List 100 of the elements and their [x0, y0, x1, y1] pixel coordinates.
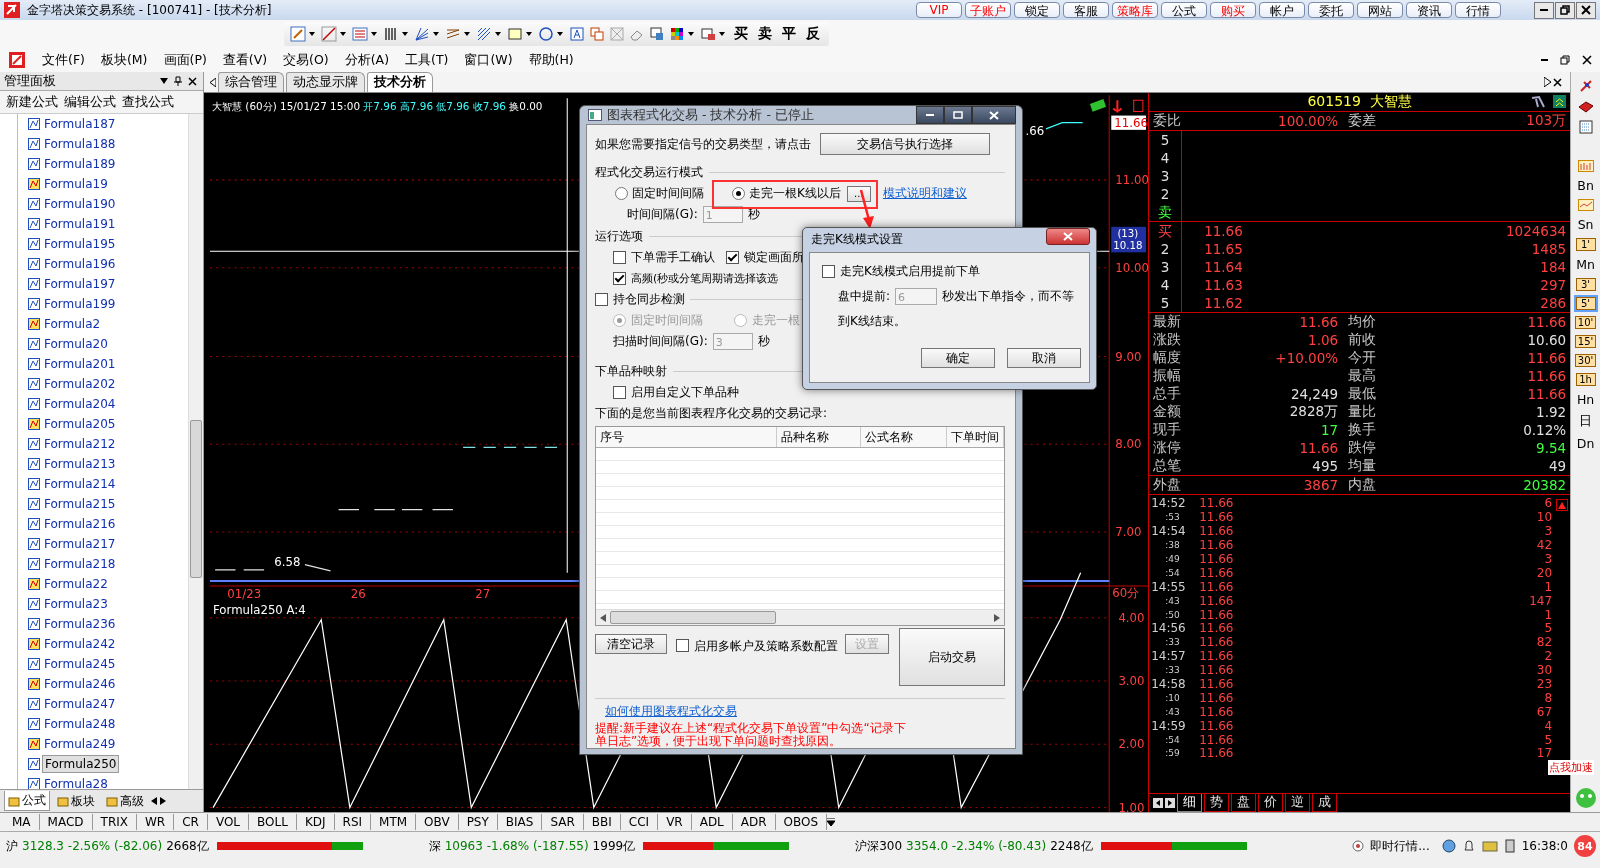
text-box-icon[interactable] [569, 26, 585, 42]
close-button[interactable] [1576, 1, 1596, 19]
formula-item[interactable]: Formula201 [42, 356, 118, 372]
indicator-tab[interactable]: BBI [583, 814, 621, 830]
minimize-button[interactable] [916, 106, 944, 124]
line-chart-icon[interactable] [1577, 199, 1594, 211]
menu-item[interactable]: 板块(M) [94, 49, 154, 71]
checkbox-label[interactable]: 持仓同步检测 [613, 291, 685, 308]
caret-icon[interactable] [495, 32, 501, 36]
top-button[interactable]: 锁定 [1014, 2, 1060, 18]
checkbox-label[interactable]: 下单需手工确认 [631, 249, 715, 266]
column-header[interactable]: 品种名称 [777, 427, 861, 447]
formula-item[interactable]: Formula196 [42, 256, 118, 272]
period-button[interactable]: Bn [1575, 178, 1596, 193]
calendar-icon[interactable] [1578, 120, 1593, 134]
grid-icon[interactable] [669, 26, 685, 42]
formula-item[interactable]: Formula215 [42, 496, 118, 512]
period-button[interactable]: Hn [1575, 392, 1596, 407]
indicator-tab[interactable]: CR [174, 814, 208, 830]
indicator-tab[interactable]: CCI [620, 814, 659, 830]
quote-tab[interactable]: 细 [1177, 794, 1203, 812]
right-arrow-icon[interactable] [160, 797, 166, 805]
document-tab[interactable]: 技术分析 [367, 72, 434, 92]
checkbox-label[interactable]: 高频(秒或分笔周期请选择该选 [631, 271, 779, 286]
period-button[interactable]: Sn [1575, 217, 1596, 232]
horizontal-scrollbar[interactable] [596, 609, 1004, 625]
close-icon[interactable] [1553, 77, 1563, 87]
formula-item[interactable]: Formula249 [42, 736, 118, 752]
indicator-tab[interactable]: ADR [732, 814, 776, 830]
period-button[interactable]: 1h [1575, 373, 1596, 386]
top-button[interactable]: 资讯 [1406, 2, 1452, 18]
document-tab[interactable]: 综合管理 [218, 72, 285, 92]
top-button[interactable]: 购买 [1210, 2, 1256, 18]
caret-icon[interactable] [433, 32, 439, 36]
top-button[interactable]: 行情 [1455, 2, 1501, 18]
menu-item[interactable]: 分析(A) [338, 49, 395, 71]
caret-icon[interactable] [371, 32, 377, 36]
formula-item[interactable]: Formula236 [42, 616, 118, 632]
formula-item[interactable]: Formula246 [42, 676, 118, 692]
formula-item[interactable]: Formula217 [42, 536, 118, 552]
radio-button[interactable] [613, 314, 626, 327]
formula-item[interactable]: Formula202 [42, 376, 118, 392]
checkbox[interactable] [613, 386, 626, 399]
panel-action[interactable]: 编辑公式 [64, 93, 116, 111]
formula-item[interactable]: Formula245 [42, 656, 118, 672]
formula-item[interactable]: Formula250 [42, 755, 120, 773]
formula-item[interactable]: Formula242 [42, 636, 118, 652]
pencil-icon[interactable] [290, 26, 306, 42]
formula-item[interactable]: Formula188 [42, 136, 118, 152]
pin-icon[interactable] [174, 76, 183, 86]
radio-button[interactable] [734, 314, 747, 327]
dropdown-icon[interactable] [827, 818, 836, 826]
bell-icon[interactable] [1461, 839, 1476, 853]
checkbox-label[interactable]: 启用自定义下单品种 [631, 384, 739, 401]
ok-button[interactable]: 确定 [921, 348, 995, 368]
right-arrow-icon[interactable] [1544, 77, 1552, 87]
indicator-tab[interactable]: BOLL [249, 814, 297, 830]
formula-item[interactable]: Formula189 [42, 156, 118, 172]
caret-icon[interactable] [464, 32, 470, 36]
indicator-tab[interactable]: SAR [542, 814, 584, 830]
copy-icon[interactable] [589, 26, 605, 42]
formula-item[interactable]: Formula2 [42, 316, 103, 332]
right-arrow-icon[interactable] [994, 613, 1000, 622]
feed-status[interactable]: 即时行情... [1370, 837, 1430, 855]
checkbox[interactable] [676, 639, 689, 652]
top-button[interactable]: VIP [916, 2, 962, 18]
formula-item[interactable]: Formula19 [42, 176, 110, 192]
promo-text[interactable]: 点我加速 [1548, 760, 1594, 775]
checkbox[interactable] [822, 265, 835, 278]
scrollbar[interactable] [188, 114, 204, 789]
checkbox[interactable] [613, 251, 626, 264]
top-button[interactable]: 帐户 [1259, 2, 1305, 18]
right-arrow-icon[interactable] [1165, 798, 1176, 808]
checkbox[interactable] [726, 251, 739, 264]
checkbox-label[interactable]: 走完K线模式启用提前下单 [840, 263, 980, 280]
menu-item[interactable]: 窗口(W) [458, 49, 519, 71]
left-arrow-icon[interactable] [210, 77, 217, 87]
panel-action[interactable]: 查找公式 [122, 93, 174, 111]
formula-item[interactable]: Formula213 [42, 456, 118, 472]
hatch-icon[interactable] [476, 26, 492, 42]
formula-item[interactable]: Formula199 [42, 296, 118, 312]
formula-item[interactable]: Formula191 [42, 216, 118, 232]
left-arrow-icon[interactable] [151, 797, 157, 805]
mode-help-link[interactable]: 模式说明和建议 [882, 185, 967, 202]
column-header[interactable]: 公式名称 [861, 427, 947, 447]
line-icon[interactable] [321, 26, 337, 42]
period-button[interactable]: 10' [1574, 316, 1597, 329]
indicator-tab[interactable]: KDJ [296, 814, 335, 830]
trade-button[interactable]: 反 [803, 25, 823, 43]
top-button[interactable]: 策略库 [1112, 2, 1158, 18]
period-button[interactable]: Mn [1575, 257, 1596, 272]
parallel-lines-icon[interactable] [445, 26, 461, 42]
formula-item[interactable]: Formula187 [42, 116, 118, 132]
formula-item[interactable]: Formula204 [42, 396, 118, 412]
indicator-tab[interactable]: VOL [207, 814, 250, 830]
trade-button[interactable]: 买 [731, 25, 751, 43]
document-tab[interactable]: 动态显示牌 [286, 72, 366, 92]
dropdown-icon[interactable] [160, 78, 169, 84]
lock-icon[interactable] [700, 26, 716, 42]
formula-item[interactable]: Formula190 [42, 196, 118, 212]
